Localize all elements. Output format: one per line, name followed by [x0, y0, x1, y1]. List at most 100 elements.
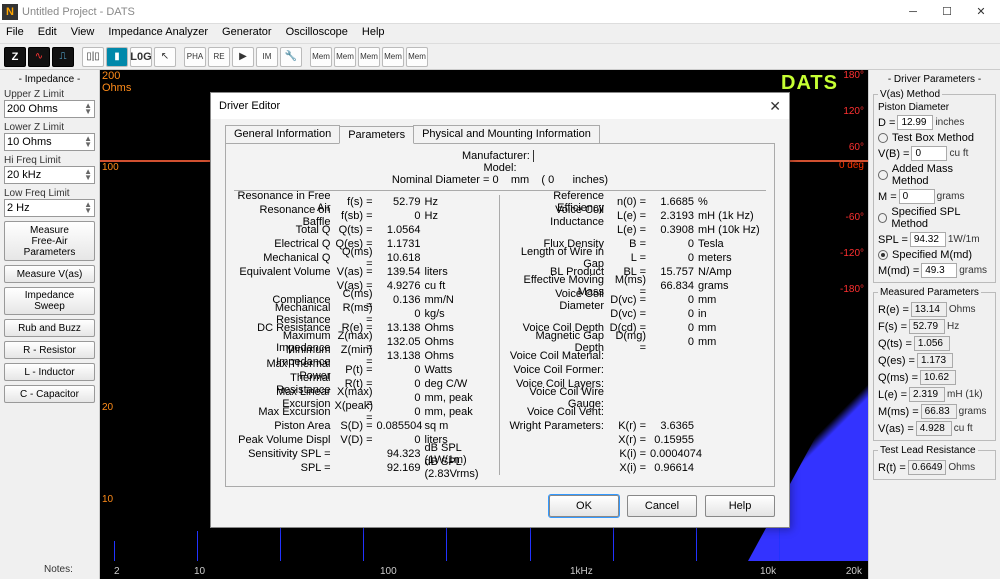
impedance-sweep-button[interactable]: Impedance Sweep	[4, 287, 95, 315]
y-left-tick: 100	[102, 162, 119, 173]
param-row: Voice Coil Wire Gauge:	[508, 391, 767, 405]
param-row: Length of Wire in GapL =0meters	[508, 251, 767, 265]
measured-fieldset: Measured Parameters R(e) =13.14Ohms F(s)…	[873, 287, 996, 441]
y-right-tick: -120°	[840, 248, 864, 259]
params-left-column: Resonance in Free Airf(s) =52.79HzResona…	[234, 195, 500, 475]
nominal-diameter-value[interactable]: 0	[493, 174, 499, 186]
tool-wrench[interactable]: 🔧	[280, 47, 302, 67]
spec-mmd-radio[interactable]	[878, 250, 888, 260]
rub-buzz-button[interactable]: Rub and Buzz	[4, 319, 95, 337]
low-freq-label: Low Freq Limit	[4, 188, 95, 199]
param-row: Mechanical ResistanceR(ms) =0kg/s	[234, 307, 493, 321]
qes-value: 1.173	[917, 353, 953, 368]
vas-method-fieldset: V(as) Method Piston Diameter D =12.99inc…	[873, 89, 996, 283]
tool-layout[interactable]: ▯|▯	[82, 47, 104, 67]
measured-legend: Measured Parameters	[878, 287, 981, 298]
ok-button[interactable]: OK	[549, 495, 619, 517]
x-tick: 10	[194, 566, 205, 577]
param-row: Resonance on Bafflef(sb) =0Hz	[234, 209, 493, 223]
menu-generator[interactable]: Generator	[222, 26, 272, 41]
r-resistor-button[interactable]: R - Resistor	[4, 341, 95, 359]
menu-impedance[interactable]: Impedance Analyzer	[108, 26, 208, 41]
measure-vas-button[interactable]: Measure V(as)	[4, 265, 95, 283]
driver-editor-dialog: Driver Editor ✕ General Information Para…	[210, 92, 790, 528]
y-right-tick: -60°	[846, 212, 864, 223]
tool-mem2[interactable]: Mem	[334, 47, 356, 67]
lower-z-input[interactable]: 10 Ohms▲▼	[4, 133, 95, 151]
tool-mem1[interactable]: Mem	[310, 47, 332, 67]
upper-z-label: Upper Z Limit	[4, 89, 95, 100]
tool-scope[interactable]: ⎍	[52, 47, 74, 67]
model-label: Model:	[483, 162, 516, 174]
tool-re[interactable]: RE	[208, 47, 230, 67]
tab-general[interactable]: General Information	[225, 125, 340, 143]
piston-d-input[interactable]: 12.99	[897, 115, 933, 130]
le-value: 2.319	[909, 387, 945, 402]
vas-legend: V(as) Method	[878, 89, 942, 100]
tool-im[interactable]: IM	[256, 47, 278, 67]
tool-mem3[interactable]: Mem	[358, 47, 380, 67]
y-right-tick: 180°	[843, 70, 864, 81]
param-row: Voice Coil Former:	[508, 363, 767, 377]
dialog-close-icon[interactable]: ✕	[769, 98, 781, 115]
tool-play[interactable]: ▶	[232, 47, 254, 67]
tool-chart[interactable]: ▮	[106, 47, 128, 67]
manufacturer-input[interactable]	[533, 150, 538, 162]
tab-parameters[interactable]: Parameters	[339, 126, 414, 144]
tool-mem4[interactable]: Mem	[382, 47, 404, 67]
cancel-button[interactable]: Cancel	[627, 495, 697, 517]
params-right-column: Reference Efficiencyn(0) =1.6685%Voice C…	[508, 195, 767, 475]
tool-log[interactable]: L0G	[130, 47, 152, 67]
c-capacitor-button[interactable]: C - Capacitor	[4, 385, 95, 403]
added-mass-radio[interactable]	[878, 170, 888, 180]
menu-help[interactable]: Help	[362, 26, 385, 41]
right-panel: - Driver Parameters - V(as) Method Pisto…	[868, 70, 1000, 579]
tool-sine[interactable]: ∿	[28, 47, 50, 67]
menu-edit[interactable]: Edit	[38, 26, 57, 41]
y-left-tick: 20	[102, 402, 113, 413]
app-icon: N	[2, 4, 18, 20]
fs-value: 52.79	[909, 319, 945, 334]
mmd-input[interactable]: 49.3	[921, 263, 957, 278]
menu-file[interactable]: File	[6, 26, 24, 41]
test-box-radio[interactable]	[878, 133, 888, 143]
tab-physical[interactable]: Physical and Mounting Information	[413, 125, 600, 143]
close-button[interactable]: ✕	[964, 1, 998, 23]
param-row: Equivalent VolumeV(as) =139.54liters	[234, 265, 493, 279]
tool-z[interactable]: Z	[4, 47, 26, 67]
spec-spl-radio[interactable]	[878, 213, 887, 223]
upper-z-input[interactable]: 200 Ohms▲▼	[4, 100, 95, 118]
help-button[interactable]: Help	[705, 495, 775, 517]
param-row: Voice Coil Vent:	[508, 405, 767, 419]
y-left-tick: 10	[102, 494, 113, 505]
menu-view[interactable]: View	[71, 26, 95, 41]
menu-bar: File Edit View Impedance Analyzer Genera…	[0, 24, 1000, 44]
m-input[interactable]: 0	[899, 189, 935, 204]
measure-free-air-button[interactable]: Measure Free-Air Parameters	[4, 221, 95, 261]
minimize-button[interactable]: ─	[896, 1, 930, 23]
hi-freq-input[interactable]: 20 kHz▲▼	[4, 166, 95, 184]
qts-value: 1.056	[914, 336, 950, 351]
x-tick: 100	[380, 566, 397, 577]
test-lead-fieldset: Test Lead Resistance R(t) =0.6649Ohms	[873, 445, 996, 480]
param-row: K(i) =0.0004074	[508, 447, 767, 461]
vb-input[interactable]: 0	[911, 146, 947, 161]
tool-pha[interactable]: PHA	[184, 47, 206, 67]
hi-freq-label: Hi Freq Limit	[4, 155, 95, 166]
x-tick: 20k	[846, 566, 862, 577]
param-row: X(r) =0.15955	[508, 433, 767, 447]
l-inductor-button[interactable]: L - Inductor	[4, 363, 95, 381]
tool-cursor[interactable]: ↖	[154, 47, 176, 67]
param-row: X(i) =0.96614	[508, 461, 767, 475]
menu-oscilloscope[interactable]: Oscilloscope	[286, 26, 348, 41]
vas-value: 4.928	[916, 421, 952, 436]
x-tick: 10k	[760, 566, 776, 577]
manufacturer-label: Manufacturer:	[462, 150, 530, 162]
tool-mem5[interactable]: Mem	[406, 47, 428, 67]
piston-diameter-label: Piston Diameter	[878, 102, 991, 113]
window-titlebar: N Untitled Project - DATS ─ ☐ ✕	[0, 0, 1000, 24]
spl-input[interactable]: 94.32	[910, 232, 946, 247]
low-freq-input[interactable]: 2 Hz▲▼	[4, 199, 95, 217]
left-panel: - Impedance - Upper Z Limit 200 Ohms▲▼ L…	[0, 70, 100, 579]
maximize-button[interactable]: ☐	[930, 1, 964, 23]
